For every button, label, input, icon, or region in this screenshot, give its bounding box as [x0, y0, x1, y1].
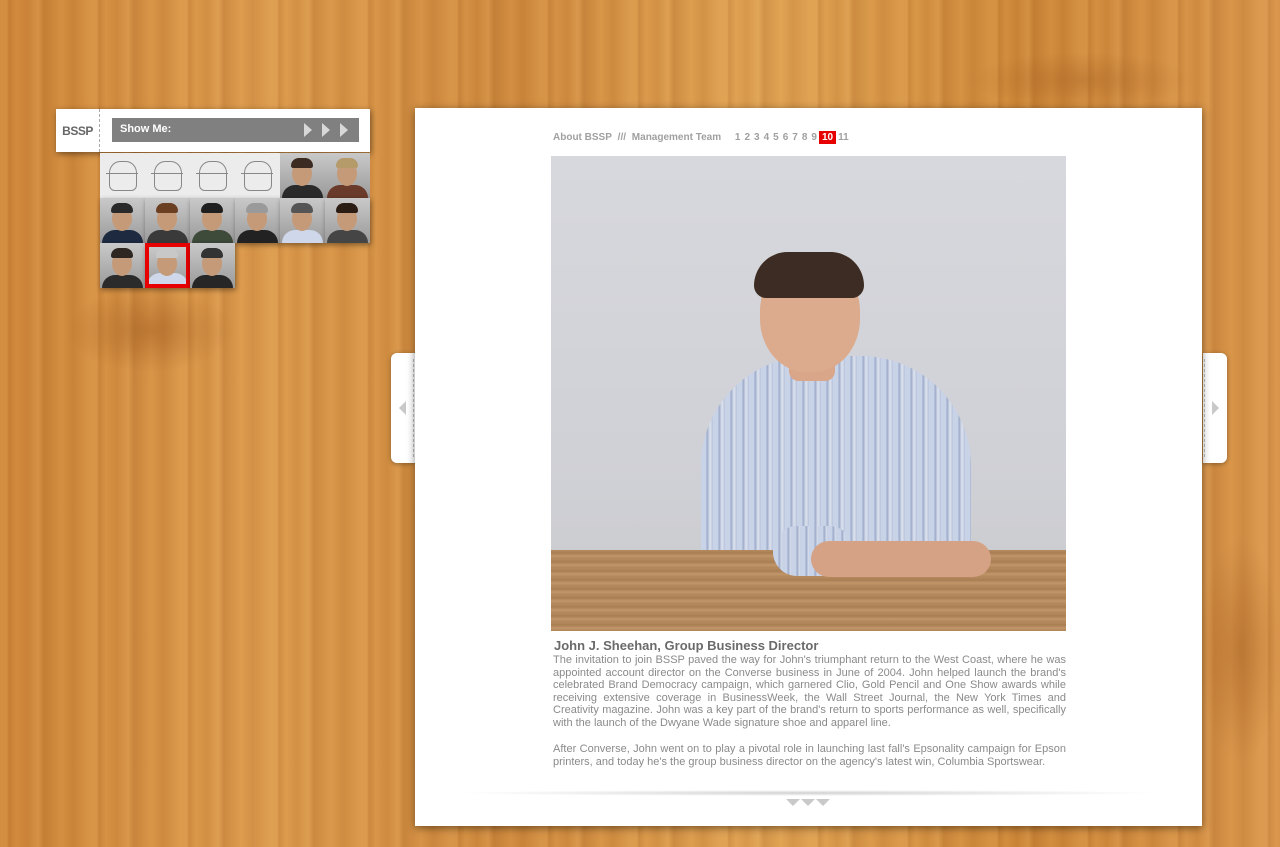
sketch-line — [196, 173, 228, 174]
thumb-shirt — [102, 230, 143, 243]
team-thumbnail-11[interactable] — [280, 198, 325, 243]
logo-text: BSSP — [62, 123, 93, 138]
next-page-tab[interactable] — [1203, 353, 1227, 463]
team-thumbnail-1[interactable] — [100, 153, 145, 198]
page-number-8[interactable]: 8 — [800, 132, 810, 143]
profile-name-title: John J. Sheehan, Group Business Director — [554, 638, 819, 653]
breadcrumb-about[interactable]: About BSSP — [553, 132, 612, 143]
sketch-figure — [199, 161, 227, 191]
thumb-shirt — [102, 275, 143, 288]
thumb-hair — [156, 203, 178, 213]
page-number-5[interactable]: 5 — [771, 132, 781, 143]
page-number-10[interactable]: 10 — [818, 131, 837, 144]
breadcrumb-management-team[interactable]: Management Team — [632, 132, 721, 143]
team-thumbnail-3[interactable] — [190, 153, 235, 198]
thumb-shirt — [192, 275, 233, 288]
thumb-hair — [201, 248, 223, 258]
thumb-hair — [111, 248, 133, 258]
team-thumbnail-15[interactable] — [190, 243, 235, 288]
chevron-down-icon — [786, 799, 800, 806]
thumb-hair — [156, 248, 178, 258]
sketch-figure — [244, 161, 272, 191]
profile-photo — [551, 156, 1066, 631]
thumb-hair — [111, 203, 133, 213]
previous-page-tab[interactable] — [391, 353, 415, 463]
page-number-3[interactable]: 3 — [752, 132, 762, 143]
sketch-line — [151, 173, 183, 174]
bio-paragraph: The invitation to join BSSP paved the wa… — [553, 654, 1066, 729]
team-thumbnail-7[interactable] — [100, 198, 145, 243]
team-thumbnail-9[interactable] — [190, 198, 235, 243]
thumb-shirt — [327, 230, 368, 243]
team-thumbnail-14[interactable] — [145, 243, 190, 288]
sketch-line — [106, 173, 138, 174]
sketch-figure — [154, 161, 182, 191]
tab-divider — [1204, 359, 1205, 457]
thumb-shirt — [282, 230, 323, 243]
breadcrumb: About BSSP /// Management Team 123456789… — [553, 131, 854, 144]
bio-paragraph: After Converse, John went on to play a p… — [553, 743, 1066, 768]
photo-hair — [754, 252, 864, 298]
thumb-hair — [246, 203, 268, 213]
team-thumbnail-5[interactable] — [280, 153, 325, 198]
thumb-hair — [336, 203, 358, 213]
team-thumbnail-10[interactable] — [235, 198, 280, 243]
play-arrow-icon[interactable] — [304, 123, 312, 137]
play-arrow-icon[interactable] — [322, 123, 330, 137]
sketch-line — [241, 173, 273, 174]
team-thumbnail-8[interactable] — [145, 198, 190, 243]
thumb-shirt — [147, 230, 188, 243]
team-thumbnail-4[interactable] — [235, 153, 280, 198]
chevron-down-icon — [816, 799, 830, 806]
scroll-down-button[interactable] — [786, 799, 832, 808]
play-arrow-icon[interactable] — [340, 123, 348, 137]
show-me-label: Show Me: — [120, 123, 172, 135]
chevron-left-icon — [399, 401, 406, 415]
nav-panel: BSSP Show Me: — [56, 109, 370, 152]
thumb-hair — [336, 158, 358, 168]
page-number-9[interactable]: 9 — [809, 132, 819, 143]
team-thumbnail-12[interactable] — [325, 198, 370, 243]
thumb-shirt — [282, 185, 323, 198]
show-me-bar[interactable]: Show Me: — [112, 118, 359, 142]
page-number-11[interactable]: 11 — [836, 132, 851, 143]
thumbnail-grid — [100, 153, 370, 288]
page-number-1[interactable]: 1 — [733, 132, 743, 143]
thumb-shirt — [192, 230, 233, 243]
team-thumbnail-6[interactable] — [325, 153, 370, 198]
page-number-6[interactable]: 6 — [781, 132, 791, 143]
thumb-hair — [291, 158, 313, 168]
thumb-shirt — [327, 185, 368, 198]
bssp-logo[interactable]: BSSP — [56, 109, 100, 152]
page-number-4[interactable]: 4 — [762, 132, 772, 143]
page-number-7[interactable]: 7 — [790, 132, 800, 143]
page-number-list: 1 2 3 4 5 6 7 8 9 10 11 — [733, 131, 851, 144]
thumb-hair — [291, 203, 313, 213]
thumb-hair — [201, 203, 223, 213]
page-fold-shadow — [455, 790, 1162, 796]
thumb-shirt — [237, 230, 278, 243]
sketch-figure — [109, 161, 137, 191]
page-number-2[interactable]: 2 — [742, 132, 752, 143]
chevron-right-icon — [1212, 401, 1219, 415]
tab-divider — [413, 359, 414, 457]
chevron-down-icon — [801, 799, 815, 806]
breadcrumb-separator: /// — [617, 132, 627, 143]
team-thumbnail-2[interactable] — [145, 153, 190, 198]
team-thumbnail-13[interactable] — [100, 243, 145, 288]
photo-arm — [811, 541, 991, 577]
